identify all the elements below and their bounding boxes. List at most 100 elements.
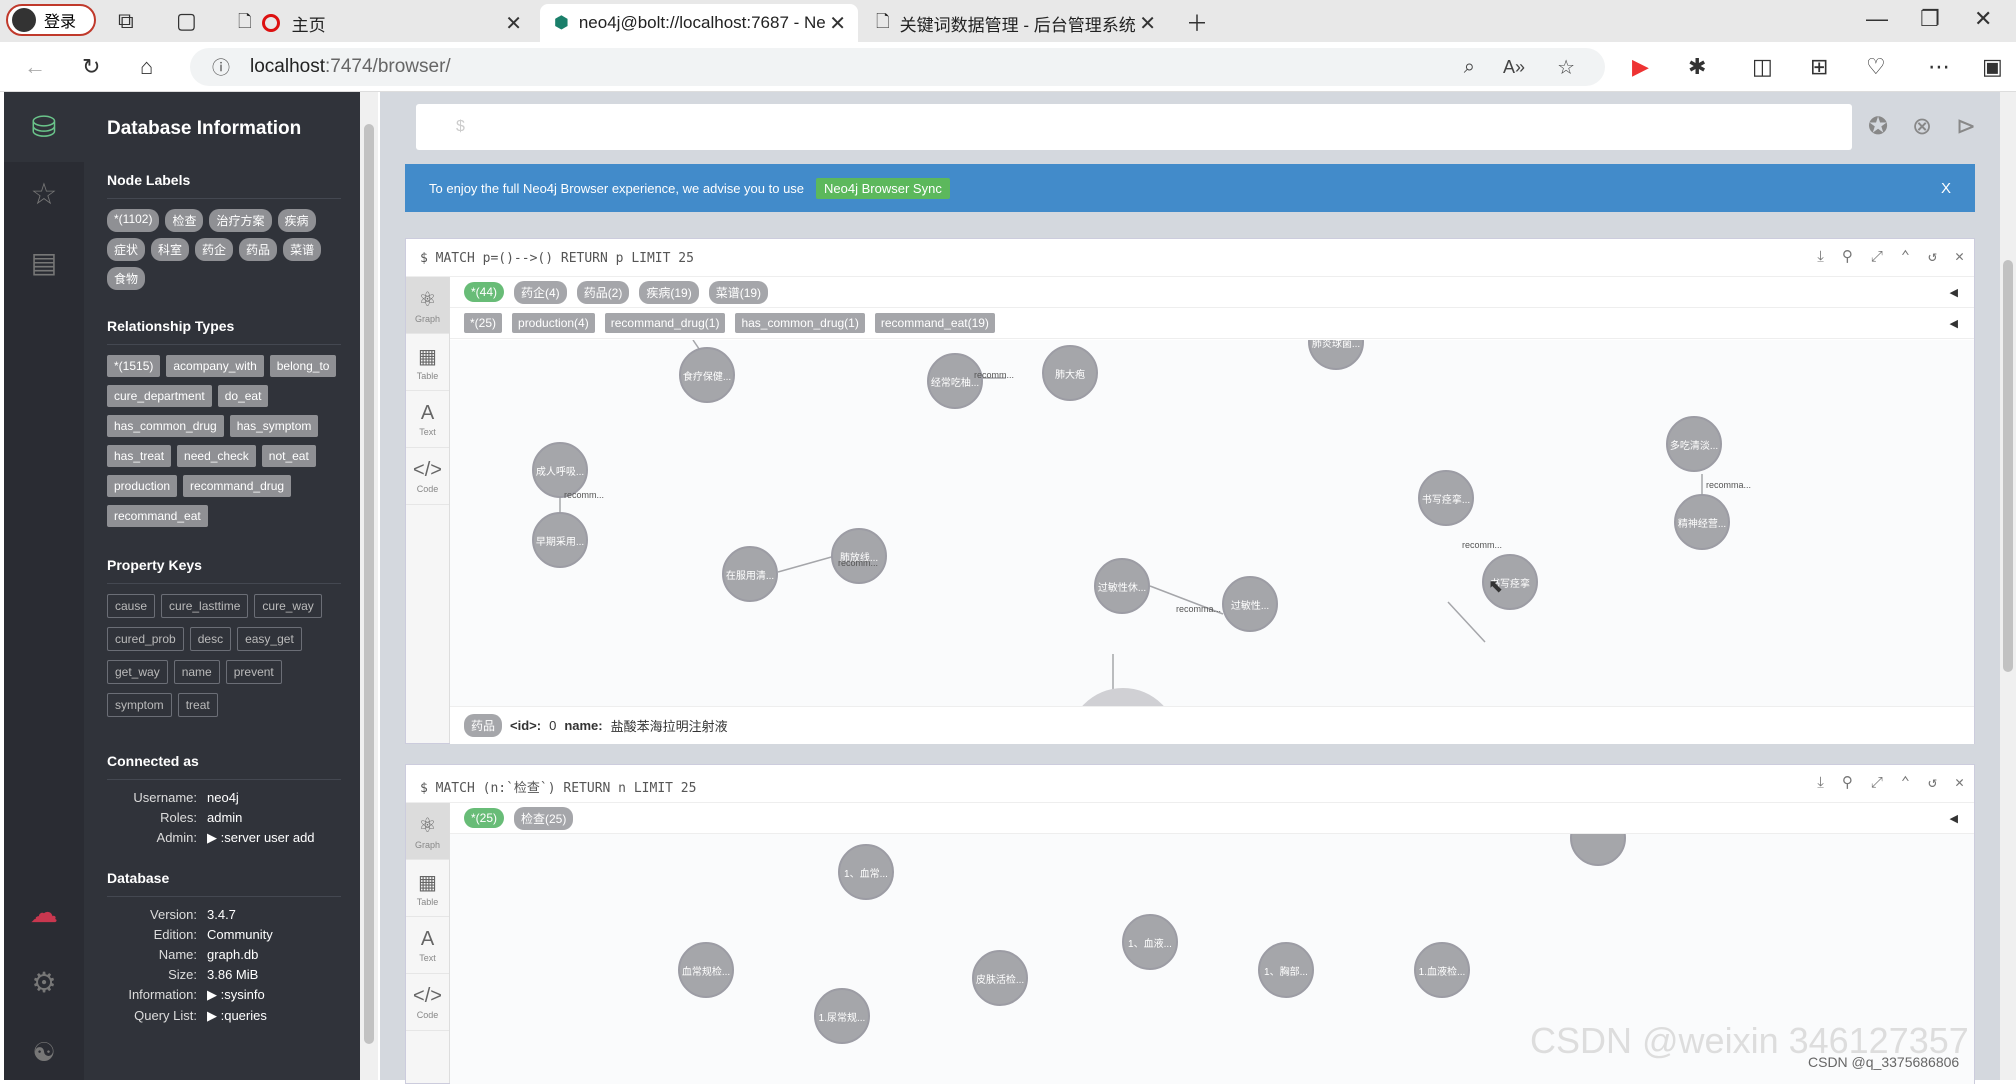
graph-canvas[interactable]: 食疗保健... 经常吃柚... 肺大疱 肺炎球菌... 成人呼吸... 早期采用…: [450, 340, 1974, 706]
relationship-type-chip[interactable]: has_symptom: [229, 415, 319, 437]
close-tab-icon[interactable]: ✕: [829, 11, 846, 36]
relationship-type-chip[interactable]: recommand_drug: [183, 475, 292, 497]
tab-code[interactable]: </> Code: [406, 448, 449, 505]
node-label-chip[interactable]: 药品: [239, 238, 278, 261]
more-icon[interactable]: ⋯: [1928, 54, 1950, 80]
relationship-type-chip[interactable]: has_treat: [107, 445, 172, 467]
tab-text[interactable]: A Text: [406, 391, 449, 448]
collapse-caret-icon[interactable]: ◀: [1950, 317, 1958, 330]
graph-node[interactable]: [1570, 834, 1626, 866]
cloud-sync-icon[interactable]: ☁: [4, 882, 84, 942]
close-frame-icon[interactable]: ✕: [1955, 247, 1964, 265]
property-key-chip[interactable]: desc: [189, 627, 232, 651]
documents-icon[interactable]: ▤: [4, 232, 84, 292]
graph-node[interactable]: 在服用清...: [722, 546, 778, 602]
property-key-chip[interactable]: cure_way: [254, 594, 322, 618]
graph-node[interactable]: 精神经营...: [1674, 494, 1730, 550]
url-bar[interactable]: ⓘ localhost:7474/browser/ ⌕ A» ☆: [190, 48, 1605, 86]
scroll-thumb[interactable]: [364, 124, 374, 1044]
graph-node[interactable]: 食疗保健...: [679, 347, 735, 403]
close-tab-icon[interactable]: ✕: [505, 11, 522, 36]
graph-node[interactable]: 早期采用...: [532, 512, 588, 568]
rerun-icon[interactable]: ↺: [1928, 247, 1937, 265]
database-icon[interactable]: ⛁: [4, 92, 84, 162]
relationship-type-chip[interactable]: production: [107, 475, 178, 497]
video-ext-icon[interactable]: ▶: [1632, 54, 1649, 80]
node-label-chip[interactable]: 检查(25): [514, 806, 574, 830]
back-icon[interactable]: ←: [24, 54, 46, 80]
property-key-chip[interactable]: easy_get: [237, 627, 302, 651]
relationship-type-chip[interactable]: recommand_eat: [107, 505, 208, 527]
graph-node[interactable]: 过敏性休...: [1094, 558, 1150, 614]
relationship-type-chip[interactable]: production(4): [512, 313, 595, 333]
graph-node[interactable]: 1.血液检...: [1414, 942, 1470, 998]
tab-text[interactable]: A Text: [406, 917, 449, 974]
browser-sync-button[interactable]: Neo4j Browser Sync: [816, 177, 950, 199]
admin-link[interactable]: ▶ :server user add: [207, 830, 315, 846]
run-query-icon[interactable]: ⊳: [1956, 112, 1976, 141]
relationship-type-chip[interactable]: acompany_with: [166, 355, 264, 377]
collections-icon[interactable]: ⊞: [1810, 54, 1828, 80]
node-label-chip[interactable]: 症状: [107, 238, 146, 261]
download-icon[interactable]: ⤓: [1817, 773, 1824, 791]
relationship-type-chip[interactable]: *(1515): [107, 355, 161, 377]
maximize-icon[interactable]: ❐: [1920, 6, 1940, 32]
graph-node[interactable]: 1.尿常规...: [814, 988, 870, 1044]
node-label-chip[interactable]: 检查: [165, 209, 204, 232]
relationship-type-chip[interactable]: not_eat: [261, 445, 316, 467]
node-label-chip[interactable]: 菜谱(19): [708, 280, 769, 304]
minimize-icon[interactable]: —: [1866, 6, 1888, 32]
relationship-type-chip[interactable]: recommand_eat(19): [874, 313, 995, 333]
cypher-editor[interactable]: $: [416, 104, 1852, 150]
relationship-type-chip[interactable]: cure_department: [107, 385, 212, 407]
read-aloud-icon[interactable]: A»: [1503, 57, 1525, 78]
property-key-chip[interactable]: prevent: [225, 660, 282, 684]
favorites-icon[interactable]: ☆: [4, 164, 84, 224]
fullscreen-icon[interactable]: ⤢: [1871, 773, 1883, 791]
zoom-icon[interactable]: ⌕: [1464, 56, 1475, 79]
node-label-chip[interactable]: 科室: [151, 238, 190, 261]
graph-node[interactable]: 肺大疱: [1042, 345, 1098, 401]
frame-query[interactable]: $ MATCH (n:`检查`) RETURN n LIMIT 25: [420, 781, 696, 796]
graph-node[interactable]: 经常吃柚...: [927, 353, 983, 409]
node-label-chip[interactable]: 治疗方案: [209, 209, 272, 232]
node-label-chip[interactable]: 食物: [107, 267, 146, 290]
tab-neo4j[interactable]: ⬢ neo4j@bolt://localhost:7687 - Ne ✕: [540, 4, 858, 42]
settings-icon[interactable]: ⚙: [4, 952, 84, 1012]
tab-table[interactable]: ▦ Table: [406, 860, 449, 917]
relationship-type-chip[interactable]: *(25): [464, 313, 503, 333]
sidebar-toggle-icon[interactable]: ▣: [1982, 54, 2003, 80]
node-label-chip[interactable]: *(44): [464, 282, 505, 302]
graph-node[interactable]: 多吃清淡...: [1666, 416, 1722, 472]
rerun-icon[interactable]: ↺: [1928, 773, 1937, 791]
home-icon[interactable]: ⌂: [140, 54, 153, 80]
sysinfo-link[interactable]: ▶ :sysinfo: [207, 987, 265, 1003]
graph-node[interactable]: 1、胸部...: [1258, 942, 1314, 998]
clear-editor-icon[interactable]: ⊗: [1912, 112, 1932, 141]
status-node-label[interactable]: 药品: [464, 714, 503, 737]
relationship-type-chip[interactable]: recommand_drug(1): [604, 313, 726, 333]
node-label-chip[interactable]: 药企(4): [514, 280, 567, 304]
collapse-icon[interactable]: ⌃: [1901, 247, 1910, 265]
property-key-chip[interactable]: get_way: [107, 660, 168, 684]
tab-graph[interactable]: ⚛ Graph: [406, 803, 449, 860]
queries-link[interactable]: ▶ :queries: [207, 1008, 267, 1024]
node-label-chip[interactable]: 疾病: [277, 209, 316, 232]
banner-close-button[interactable]: X: [1941, 180, 1951, 197]
favorite-query-icon[interactable]: ✪: [1868, 112, 1888, 141]
health-icon[interactable]: ♡: [1866, 54, 1886, 80]
node-label-chip[interactable]: 菜谱: [283, 238, 322, 261]
workspaces-icon[interactable]: ⧉: [118, 8, 134, 34]
drawer-scrollbar[interactable]: [360, 92, 378, 1080]
tab-code[interactable]: </> Code: [406, 974, 449, 1031]
pin-icon[interactable]: ⚲: [1842, 247, 1853, 265]
tab-home[interactable]: 🗋 主页 ✕: [224, 4, 534, 42]
property-key-chip[interactable]: cure_lasttime: [161, 594, 249, 618]
close-tab-icon[interactable]: ✕: [1139, 11, 1156, 36]
new-tab-icon[interactable]: ＋: [1186, 6, 1208, 38]
download-icon[interactable]: ⤓: [1817, 247, 1824, 265]
extensions-icon[interactable]: ✱: [1688, 54, 1706, 80]
graph-node[interactable]: 1、血常...: [838, 844, 894, 900]
page-scrollbar[interactable]: [2000, 92, 2016, 1080]
graph-node[interactable]: 1、血液...: [1122, 914, 1178, 970]
